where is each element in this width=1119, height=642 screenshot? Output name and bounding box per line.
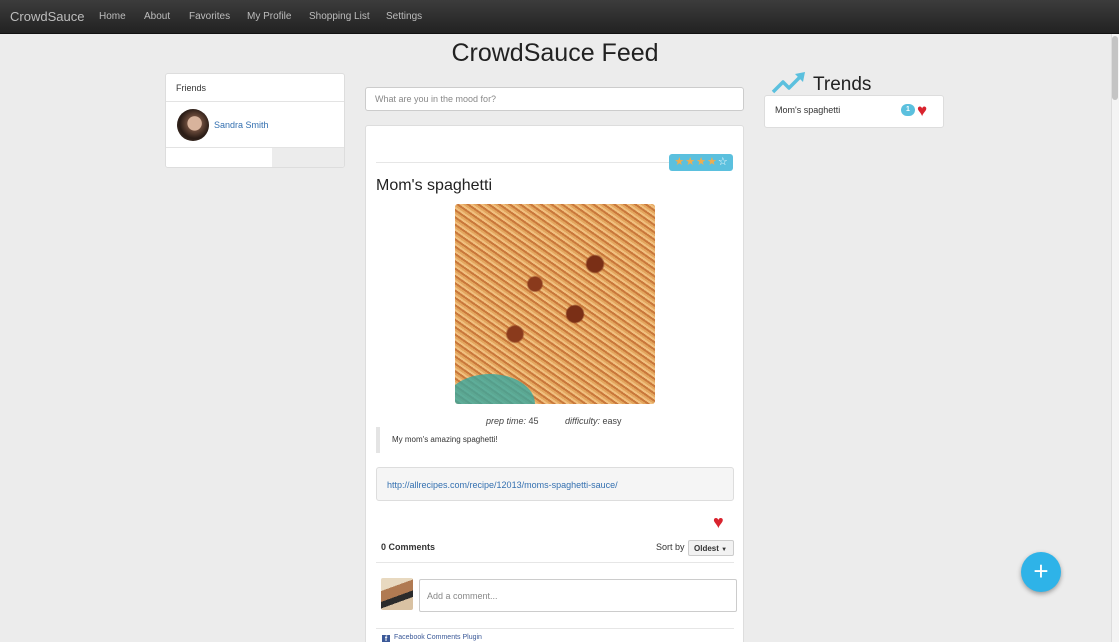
trends-title: Trends	[813, 74, 872, 95]
friends-heading: Friends	[166, 74, 344, 102]
user-avatar	[381, 578, 413, 610]
heart-icon[interactable]: ♥	[917, 102, 927, 120]
star-filled-icon[interactable]: ★	[707, 157, 717, 168]
navbar: CrowdSauce Home About Favorites My Profi…	[0, 0, 1119, 34]
friend-avatar[interactable]	[177, 108, 209, 141]
trend-count-badge: 1	[901, 104, 915, 116]
trend-item-label[interactable]: Mom's spaghetti	[775, 105, 840, 115]
nav-item-my-profile[interactable]: My Profile	[247, 11, 291, 22]
plugin-divider	[376, 628, 734, 629]
prep-time-label: prep time:	[486, 416, 527, 426]
comments-divider	[376, 562, 734, 563]
page-title: CrowdSauce Feed	[451, 39, 659, 67]
star-rating[interactable]: ★ ★ ★ ★ ☆	[669, 154, 733, 171]
comments-count: 0 Comments	[381, 542, 436, 552]
sort-label: Sort by	[656, 542, 685, 552]
recipe-image	[455, 204, 655, 404]
friend-name-link[interactable]: Sandra Smith	[214, 120, 269, 130]
plus-icon: +	[1033, 556, 1049, 586]
facebook-icon: f	[382, 635, 390, 642]
trends-panel: Mom's spaghetti 1 ♥	[764, 95, 944, 128]
prep-time-value: 45	[528, 416, 539, 426]
friends-footer	[166, 148, 344, 167]
brand-logo[interactable]: CrowdSauce	[10, 9, 84, 24]
recipe-link[interactable]: http://allrecipes.com/recipe/12013/moms-…	[376, 467, 734, 501]
prep-time: prep time: 45	[486, 416, 539, 426]
star-filled-icon[interactable]: ★	[685, 157, 695, 168]
star-empty-icon[interactable]: ☆	[718, 157, 728, 168]
chevron-down-icon: ▼	[721, 547, 728, 553]
nav-item-favorites[interactable]: Favorites	[189, 11, 230, 22]
search-input[interactable]	[365, 87, 744, 111]
trending-up-icon	[771, 72, 805, 94]
add-recipe-button[interactable]: +	[1021, 552, 1061, 592]
star-filled-icon[interactable]: ★	[696, 157, 706, 168]
nav-item-settings[interactable]: Settings	[386, 11, 422, 22]
facebook-plugin-link[interactable]: Facebook Comments Plugin	[394, 634, 482, 641]
sort-select[interactable]: Oldest ▼	[688, 540, 734, 556]
recipe-card: ★ ★ ★ ★ ☆ Mom's spaghetti prep time: 45 …	[365, 125, 744, 642]
heart-icon[interactable]: ♥	[713, 513, 724, 531]
scrollbar-thumb[interactable]	[1112, 36, 1118, 100]
card-divider	[376, 162, 671, 163]
difficulty-label: difficulty:	[565, 416, 601, 426]
star-filled-icon[interactable]: ★	[674, 157, 684, 168]
friends-panel: Friends Sandra Smith	[165, 73, 345, 168]
recipe-title: Mom's spaghetti	[376, 177, 492, 194]
scrollbar-track[interactable]	[1111, 34, 1119, 642]
comment-input[interactable]	[419, 579, 737, 612]
difficulty-value: easy	[602, 416, 622, 426]
nav-item-shopping-list[interactable]: Shopping List	[309, 11, 370, 22]
sort-select-value: Oldest	[694, 544, 719, 553]
difficulty: difficulty: easy	[565, 416, 622, 426]
friend-list-item[interactable]: Sandra Smith	[166, 102, 344, 148]
nav-item-home[interactable]: Home	[99, 11, 126, 22]
recipe-description: My mom's amazing spaghetti!	[376, 427, 731, 453]
nav-item-about[interactable]: About	[144, 11, 170, 22]
